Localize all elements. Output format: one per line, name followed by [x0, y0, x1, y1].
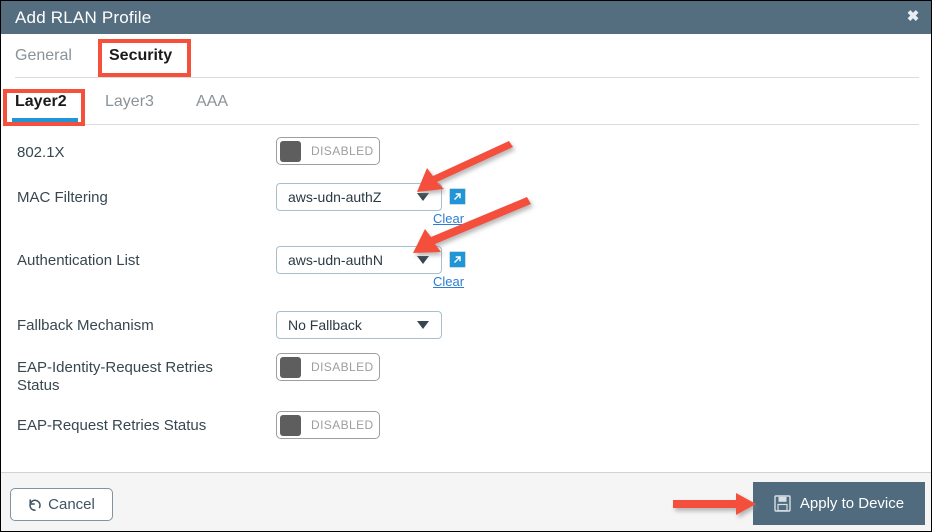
toggle-eap-identity-request-retries-state: DISABLED	[311, 360, 374, 374]
select-fallback-mechanism-value: No Fallback	[288, 317, 362, 333]
secondary-tab-bar: Layer2 Layer3 AAA	[1, 81, 931, 123]
tab-layer3[interactable]: Layer3	[105, 81, 154, 123]
label-dot1x: 802.1X	[17, 144, 65, 161]
security-layer2-form: 802.1X DISABLED MAC Filtering aws-udn-au…	[1, 125, 931, 472]
save-floppy-icon	[774, 495, 791, 512]
dialog-title: Add RLAN Profile	[15, 7, 152, 27]
label-authentication-list: Authentication List	[17, 252, 140, 269]
label-mac-filtering: MAC Filtering	[17, 189, 108, 206]
select-authentication-list-value: aws-udn-authN	[288, 252, 383, 268]
tab-security[interactable]: Security	[109, 34, 172, 78]
tab-layer2-active-indicator	[12, 118, 78, 122]
toggle-eap-request-retries-state: DISABLED	[311, 418, 374, 432]
chevron-down-icon	[417, 256, 429, 264]
dialog-title-bar: Add RLAN Profile ✖	[1, 1, 931, 34]
undo-arrow-icon	[29, 498, 41, 511]
tab-general-label: General	[15, 47, 72, 64]
select-fallback-mechanism[interactable]: No Fallback	[276, 311, 442, 339]
tab-security-label: Security	[109, 47, 173, 64]
external-link-icon-mac-filtering[interactable]	[449, 188, 466, 205]
close-icon[interactable]: ✖	[905, 9, 921, 25]
external-link-icon-authentication-list[interactable]	[449, 251, 466, 268]
toggle-knob	[280, 356, 301, 378]
primary-tabs-divider	[15, 77, 919, 78]
label-eap-request-retries: EAP-Request Retries Status	[17, 417, 207, 434]
tab-aaa-label: AAA	[196, 93, 229, 110]
toggle-knob	[280, 414, 301, 436]
label-fallback-mechanism: Fallback Mechanism	[17, 317, 154, 334]
toggle-dot1x[interactable]: DISABLED	[276, 137, 380, 165]
cancel-button[interactable]: Cancel	[10, 488, 113, 521]
select-mac-filtering[interactable]: aws-udn-authZ	[276, 183, 442, 211]
tab-aaa[interactable]: AAA	[196, 81, 228, 123]
primary-tab-bar: General Security	[1, 34, 931, 78]
add-rlan-profile-dialog: Add RLAN Profile ✖ General Security Laye…	[0, 0, 932, 532]
select-mac-filtering-value: aws-udn-authZ	[288, 189, 382, 205]
tab-layer2-label: Layer2	[15, 93, 67, 110]
chevron-down-icon	[417, 193, 429, 201]
tab-general[interactable]: General	[15, 34, 72, 78]
tab-layer2[interactable]: Layer2	[15, 81, 67, 123]
apply-to-device-button[interactable]: Apply to Device	[753, 482, 925, 525]
toggle-dot1x-state: DISABLED	[311, 144, 374, 158]
cancel-button-label: Cancel	[48, 496, 95, 513]
chevron-down-icon	[417, 321, 429, 329]
toggle-eap-identity-request-retries[interactable]: DISABLED	[276, 353, 380, 381]
toggle-eap-request-retries[interactable]: DISABLED	[276, 411, 380, 439]
clear-link-mac-filtering[interactable]: Clear	[433, 211, 464, 226]
clear-link-authentication-list[interactable]: Clear	[433, 274, 464, 289]
select-authentication-list[interactable]: aws-udn-authN	[276, 246, 442, 274]
toggle-knob	[280, 140, 301, 162]
apply-to-device-label: Apply to Device	[799, 495, 905, 512]
tab-layer3-label: Layer3	[105, 93, 154, 110]
label-eap-identity-request-retries: EAP-Identity-Request Retries Status	[17, 359, 213, 394]
